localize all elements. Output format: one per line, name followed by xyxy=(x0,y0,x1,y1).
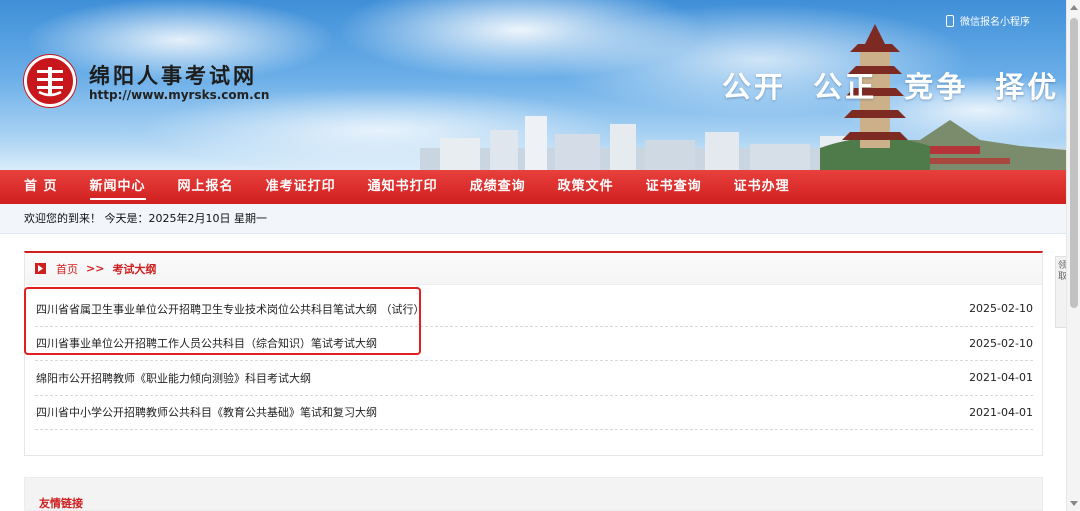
article-date: 2021-04-01 xyxy=(969,405,1033,419)
article-date: 2021-04-01 xyxy=(969,371,1033,385)
scroll-down-icon[interactable] xyxy=(1070,501,1078,506)
site-name: 绵阳人事考试网 xyxy=(89,63,257,88)
breadcrumb-current[interactable]: 考试大纲 xyxy=(112,261,156,277)
page-scrollbar[interactable] xyxy=(1066,0,1080,511)
nav-item-registration[interactable]: 网上报名 xyxy=(178,170,234,204)
play-icon xyxy=(35,263,46,274)
list-item[interactable]: 四川省事业单位公开招聘工作人员公共科目（综合知识）笔试考试大纲 2025-02-… xyxy=(35,327,1033,361)
list-item[interactable]: 四川省中小学公开招聘教师公共科目《教育公共基础》笔试和复习大纲 2021-04-… xyxy=(35,396,1033,430)
article-title[interactable]: 绵阳市公开招聘教师《职业能力倾向测验》科目考试大纲 xyxy=(36,370,311,386)
article-title[interactable]: 四川省省属卫生事业单位公开招聘卫生专业技术岗位公共科目笔试大纲 （试行） xyxy=(36,301,425,317)
scroll-up-icon[interactable] xyxy=(1070,5,1078,10)
nav-item-notice-print[interactable]: 通知书打印 xyxy=(368,170,438,204)
article-date: 2025-02-10 xyxy=(969,302,1033,316)
breadcrumb-separator: >> xyxy=(86,262,105,275)
phone-icon xyxy=(946,14,954,27)
friend-links: 友情链接 xyxy=(24,477,1043,511)
article-panel: 首页 >> 考试大纲 四川省省属卫生事业单位公开招聘卫生专业技术岗位公共科目笔试… xyxy=(24,251,1043,456)
breadcrumb-home[interactable]: 首页 xyxy=(56,261,78,277)
site-logo[interactable] xyxy=(24,55,76,107)
header-banner: 绵阳人事考试网 http://www.myrsks.com.cn 公开 公正 竞… xyxy=(0,0,1066,170)
site-url: http://www.myrsks.com.cn xyxy=(89,88,270,102)
list-item[interactable]: 绵阳市公开招聘教师《职业能力倾向测验》科目考试大纲 2021-04-01 xyxy=(35,361,1033,396)
friend-links-title: 友情链接 xyxy=(39,497,83,510)
welcome-bar: 欢迎您的到来！ 今天是：2025年2月10日 星期一 xyxy=(0,204,1066,234)
slogan: 公开 公正 竞争 择优 xyxy=(722,70,1060,104)
article-title[interactable]: 四川省事业单位公开招聘工作人员公共科目（综合知识）笔试考试大纲 xyxy=(36,335,377,351)
article-date: 2025-02-10 xyxy=(969,336,1033,350)
list-item[interactable]: 四川省省属卫生事业单位公开招聘卫生专业技术岗位公共科目笔试大纲 （试行） 202… xyxy=(35,292,1033,327)
article-title[interactable]: 四川省中小学公开招聘教师公共科目《教育公共基础》笔试和复习大纲 xyxy=(36,404,377,420)
nav-item-score-query[interactable]: 成绩查询 xyxy=(470,170,526,204)
mini-program-label: 微信报名小程序 xyxy=(960,17,1030,28)
nav-item-admission-ticket[interactable]: 准考证打印 xyxy=(266,170,336,204)
breadcrumb: 首页 >> 考试大纲 xyxy=(25,253,1042,285)
nav-item-news[interactable]: 新闻中心 xyxy=(89,170,146,204)
city-skyline xyxy=(420,116,1066,170)
nav-item-certificate-process[interactable]: 证书办理 xyxy=(734,170,790,204)
scroll-thumb[interactable] xyxy=(1070,18,1078,308)
logo-seal-icon xyxy=(37,67,63,97)
nav-item-home[interactable]: 首 页 xyxy=(24,170,58,204)
main-nav: 首 页 新闻中心 网上报名 准考证打印 通知书打印 成绩查询 政策文件 证书查询… xyxy=(0,170,1066,204)
nav-item-policy[interactable]: 政策文件 xyxy=(558,170,614,204)
article-list: 四川省省属卫生事业单位公开招聘卫生专业技术岗位公共科目笔试大纲 （试行） 202… xyxy=(35,292,1033,430)
nav-item-certificate-query[interactable]: 证书查询 xyxy=(646,170,702,204)
mini-program-link[interactable]: 微信报名小程序 xyxy=(946,13,1030,28)
